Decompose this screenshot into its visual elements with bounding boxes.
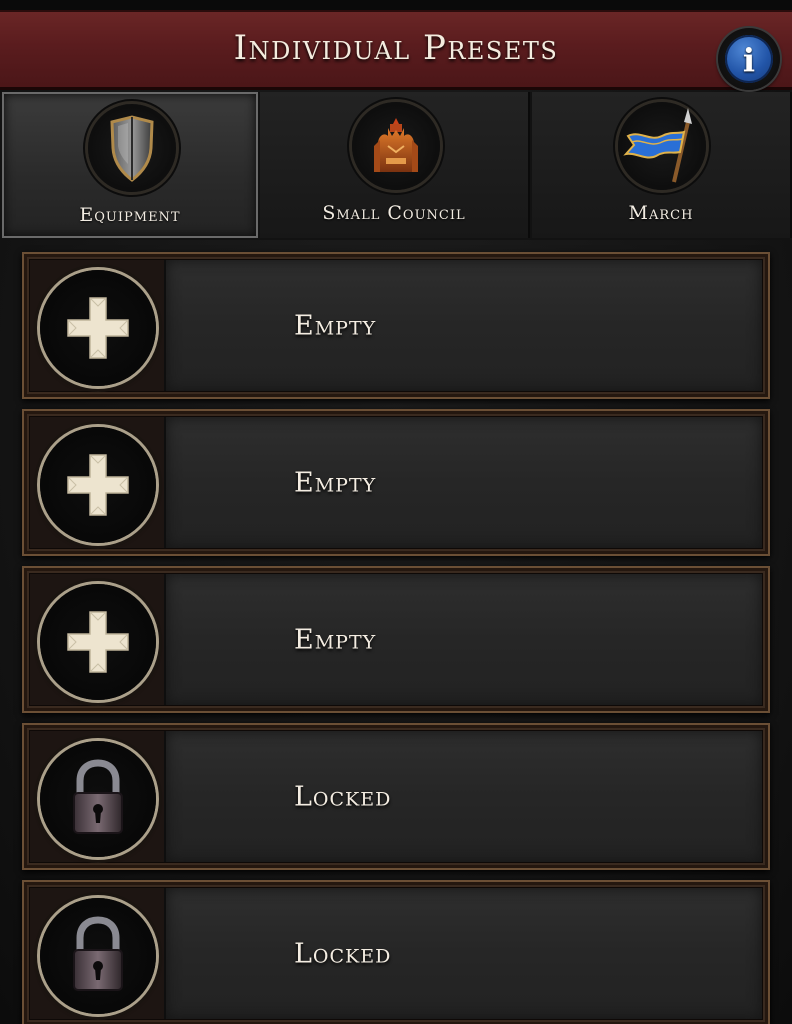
- plus-icon[interactable]: [40, 270, 156, 386]
- preset-label: Empty: [294, 624, 377, 655]
- tab-march[interactable]: March: [532, 92, 792, 238]
- info-glyph: i: [742, 41, 756, 79]
- row-frame: Empty: [29, 259, 763, 392]
- page-title: Individual Presets: [233, 28, 559, 68]
- tab-march-label: March: [628, 202, 694, 224]
- preset-slot-5[interactable]: Locked: [22, 880, 770, 1024]
- plus-icon[interactable]: [40, 427, 156, 543]
- info-button[interactable]: i: [718, 28, 780, 90]
- row-panel: [164, 574, 762, 705]
- preset-slot-1[interactable]: Empty: [22, 252, 770, 399]
- row-frame: Locked: [29, 887, 763, 1020]
- plus-icon[interactable]: [40, 584, 156, 700]
- row-frame: Empty: [29, 416, 763, 549]
- shield-icon: [88, 104, 176, 192]
- tab-bar: Equipment Small Council March: [0, 92, 792, 240]
- throne-icon: [352, 102, 440, 190]
- padlock-icon: [40, 898, 156, 1014]
- tab-equipment-label: Equipment: [79, 204, 181, 226]
- preset-label: Locked: [294, 781, 392, 812]
- header-bar: Individual Presets i: [0, 10, 792, 90]
- row-frame: Empty: [29, 573, 763, 706]
- tab-small-council-label: Small Council: [322, 202, 466, 224]
- row-panel: [164, 260, 762, 391]
- row-frame: Locked: [29, 730, 763, 863]
- row-panel: [164, 417, 762, 548]
- top-strip: [0, 0, 792, 10]
- padlock-icon: [40, 741, 156, 857]
- tab-equipment[interactable]: Equipment: [2, 92, 258, 238]
- info-icon: i: [725, 35, 773, 83]
- preset-label: Locked: [294, 938, 392, 969]
- preset-slot-4[interactable]: Locked: [22, 723, 770, 870]
- tab-small-council[interactable]: Small Council: [260, 92, 530, 238]
- app-window: Individual Presets i Equipment Small Cou…: [0, 0, 792, 1024]
- row-panel: [164, 888, 762, 1019]
- preset-label: Empty: [294, 467, 377, 498]
- preset-slot-3[interactable]: Empty: [22, 566, 770, 713]
- preset-label: Empty: [294, 310, 377, 341]
- banner-flag-icon: [618, 102, 706, 190]
- preset-slot-2[interactable]: Empty: [22, 409, 770, 556]
- row-panel: [164, 731, 762, 862]
